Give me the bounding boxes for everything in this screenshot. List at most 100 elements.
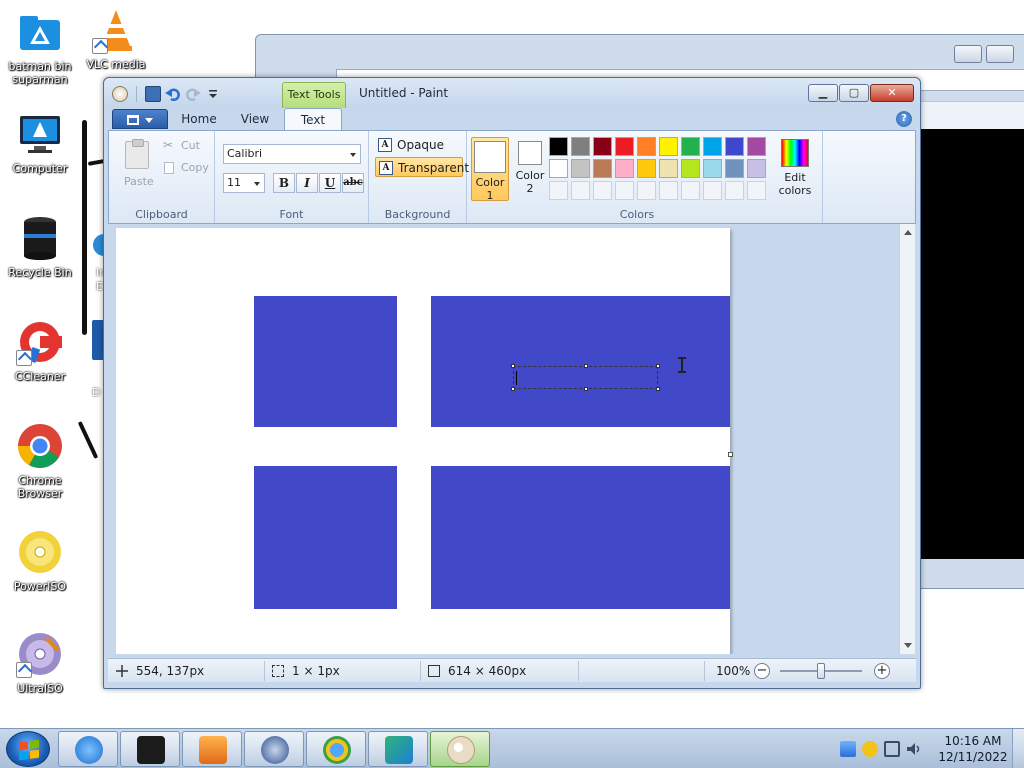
taskbar-remote-app[interactable] <box>368 731 428 767</box>
show-desktop-button[interactable] <box>1012 729 1024 768</box>
volume-icon[interactable] <box>906 741 922 757</box>
network-icon[interactable] <box>884 741 900 757</box>
desktop-icon-computer[interactable]: Computer <box>0 110 80 175</box>
desktop-icon-batman-folder[interactable]: batman bin suparman <box>0 8 80 86</box>
palette-custom-slot[interactable] <box>703 181 722 200</box>
resize-handle[interactable] <box>511 387 515 391</box>
vertical-scrollbar[interactable] <box>899 224 915 654</box>
strikethrough-button[interactable]: abc <box>342 173 364 193</box>
palette-color-swatch[interactable] <box>549 137 568 156</box>
close-button[interactable]: ✕ <box>870 84 914 102</box>
palette-color-swatch[interactable] <box>549 159 568 178</box>
palette-color-swatch[interactable] <box>725 159 744 178</box>
palette-color-swatch[interactable] <box>681 137 700 156</box>
paint-window[interactable]: Text Tools Untitled - Paint ▁ ▢ ✕ Home V… <box>103 77 921 689</box>
resize-handle[interactable] <box>656 364 660 368</box>
paste-button[interactable]: Paste <box>111 133 161 193</box>
canvas-resize-handle[interactable] <box>728 452 733 457</box>
title-bar[interactable]: Text Tools Untitled - Paint ▁ ▢ ✕ <box>104 78 920 108</box>
taskbar-browser-app[interactable] <box>306 731 366 767</box>
font-size-select[interactable]: 11 <box>223 173 265 193</box>
palette-color-swatch[interactable] <box>659 159 678 178</box>
cut-button[interactable]: ✂ Cut <box>163 137 209 155</box>
clock[interactable]: 10:16 AM 12/11/2022 <box>938 733 1008 765</box>
palette-color-swatch[interactable] <box>681 159 700 178</box>
minimize-button[interactable]: ▁ <box>808 84 838 102</box>
palette-color-swatch[interactable] <box>571 159 590 178</box>
palette-color-swatch[interactable] <box>747 137 766 156</box>
scroll-down-icon[interactable] <box>904 643 912 648</box>
palette-color-swatch[interactable] <box>593 159 612 178</box>
palette-color-swatch[interactable] <box>747 159 766 178</box>
tab-text[interactable]: Text <box>284 108 342 130</box>
palette-custom-slot[interactable] <box>549 181 568 200</box>
desktop-icon-ccleaner[interactable]: CCleaner <box>0 318 80 383</box>
palette-custom-slot[interactable] <box>725 181 744 200</box>
desktop-icon-vlc[interactable]: VLC media <box>76 6 156 71</box>
resize-handle[interactable] <box>584 364 588 368</box>
action-center-icon[interactable] <box>840 741 856 757</box>
taskbar-globe-app[interactable] <box>244 731 304 767</box>
italic-button[interactable]: I <box>296 173 318 193</box>
taskbar-paint[interactable] <box>430 731 490 767</box>
palette-custom-slot[interactable] <box>637 181 656 200</box>
canvas-workspace[interactable] <box>112 224 912 654</box>
palette-color-swatch[interactable] <box>593 137 612 156</box>
taskbar-internet-explorer[interactable] <box>58 731 118 767</box>
customize-toolbar-icon[interactable] <box>205 86 221 102</box>
zoom-slider-thumb[interactable] <box>817 663 825 679</box>
start-button[interactable] <box>6 731 50 767</box>
palette-color-swatch[interactable] <box>637 159 656 178</box>
font-family-select[interactable]: Calibri <box>223 144 361 164</box>
help-icon[interactable]: ? <box>896 111 912 127</box>
transparent-option[interactable]: A Transparent <box>375 157 469 177</box>
copy-button[interactable]: Copy <box>163 159 209 177</box>
palette-color-swatch[interactable] <box>615 159 634 178</box>
undo-icon[interactable] <box>165 86 181 102</box>
palette-color-swatch[interactable] <box>659 137 678 156</box>
text-input-box[interactable] <box>511 364 660 391</box>
palette-color-swatch[interactable] <box>725 137 744 156</box>
edit-colors-button[interactable]: Edit colors <box>777 137 813 197</box>
paint-app-icon[interactable] <box>112 86 128 102</box>
palette-color-swatch[interactable] <box>571 137 590 156</box>
palette-color-swatch[interactable] <box>703 137 722 156</box>
paint-menu-button[interactable] <box>112 109 168 129</box>
palette-custom-slot[interactable] <box>571 181 590 200</box>
taskbar-media-player[interactable] <box>182 731 242 767</box>
palette-custom-slot[interactable] <box>615 181 634 200</box>
resize-handle[interactable] <box>511 364 515 368</box>
background-window-toolbar[interactable] <box>916 101 1024 129</box>
bold-button[interactable]: B <box>273 173 295 193</box>
tab-view[interactable]: View <box>230 108 280 130</box>
palette-custom-slot[interactable] <box>659 181 678 200</box>
scroll-up-icon[interactable] <box>904 230 912 235</box>
desktop-icon-poweriso[interactable]: PowerISO <box>0 528 80 593</box>
desktop-icon-chrome[interactable]: Chrome Browser <box>0 422 80 500</box>
drawing-canvas[interactable] <box>116 228 730 654</box>
network-warning-icon[interactable] <box>862 741 878 757</box>
palette-custom-slot[interactable] <box>593 181 612 200</box>
palette-color-swatch[interactable] <box>615 137 634 156</box>
resize-handle[interactable] <box>656 387 660 391</box>
palette-color-swatch[interactable] <box>637 137 656 156</box>
zoom-in-button[interactable]: + <box>874 663 890 679</box>
background-minimize-button[interactable] <box>954 45 982 63</box>
color-1-button[interactable]: Color 1 <box>471 137 509 202</box>
opaque-option[interactable]: A Opaque <box>375 135 463 155</box>
desktop-icon-ultraiso[interactable]: UltraISO <box>0 630 80 695</box>
palette-custom-slot[interactable] <box>681 181 700 200</box>
palette-color-swatch[interactable] <box>703 159 722 178</box>
color-2-button[interactable]: Color 2 <box>511 137 549 201</box>
underline-button[interactable]: U <box>319 173 341 193</box>
save-icon[interactable] <box>145 86 161 102</box>
zoom-out-button[interactable]: − <box>754 663 770 679</box>
tab-home[interactable]: Home <box>174 108 224 130</box>
redo-icon[interactable] <box>185 86 201 102</box>
resize-handle[interactable] <box>584 387 588 391</box>
maximize-button[interactable]: ▢ <box>839 84 869 102</box>
palette-custom-slot[interactable] <box>747 181 766 200</box>
desktop-icon-recycle-bin[interactable]: Recycle Bin <box>0 214 80 279</box>
taskbar-media-center[interactable] <box>120 731 180 767</box>
background-maximize-button[interactable] <box>986 45 1014 63</box>
